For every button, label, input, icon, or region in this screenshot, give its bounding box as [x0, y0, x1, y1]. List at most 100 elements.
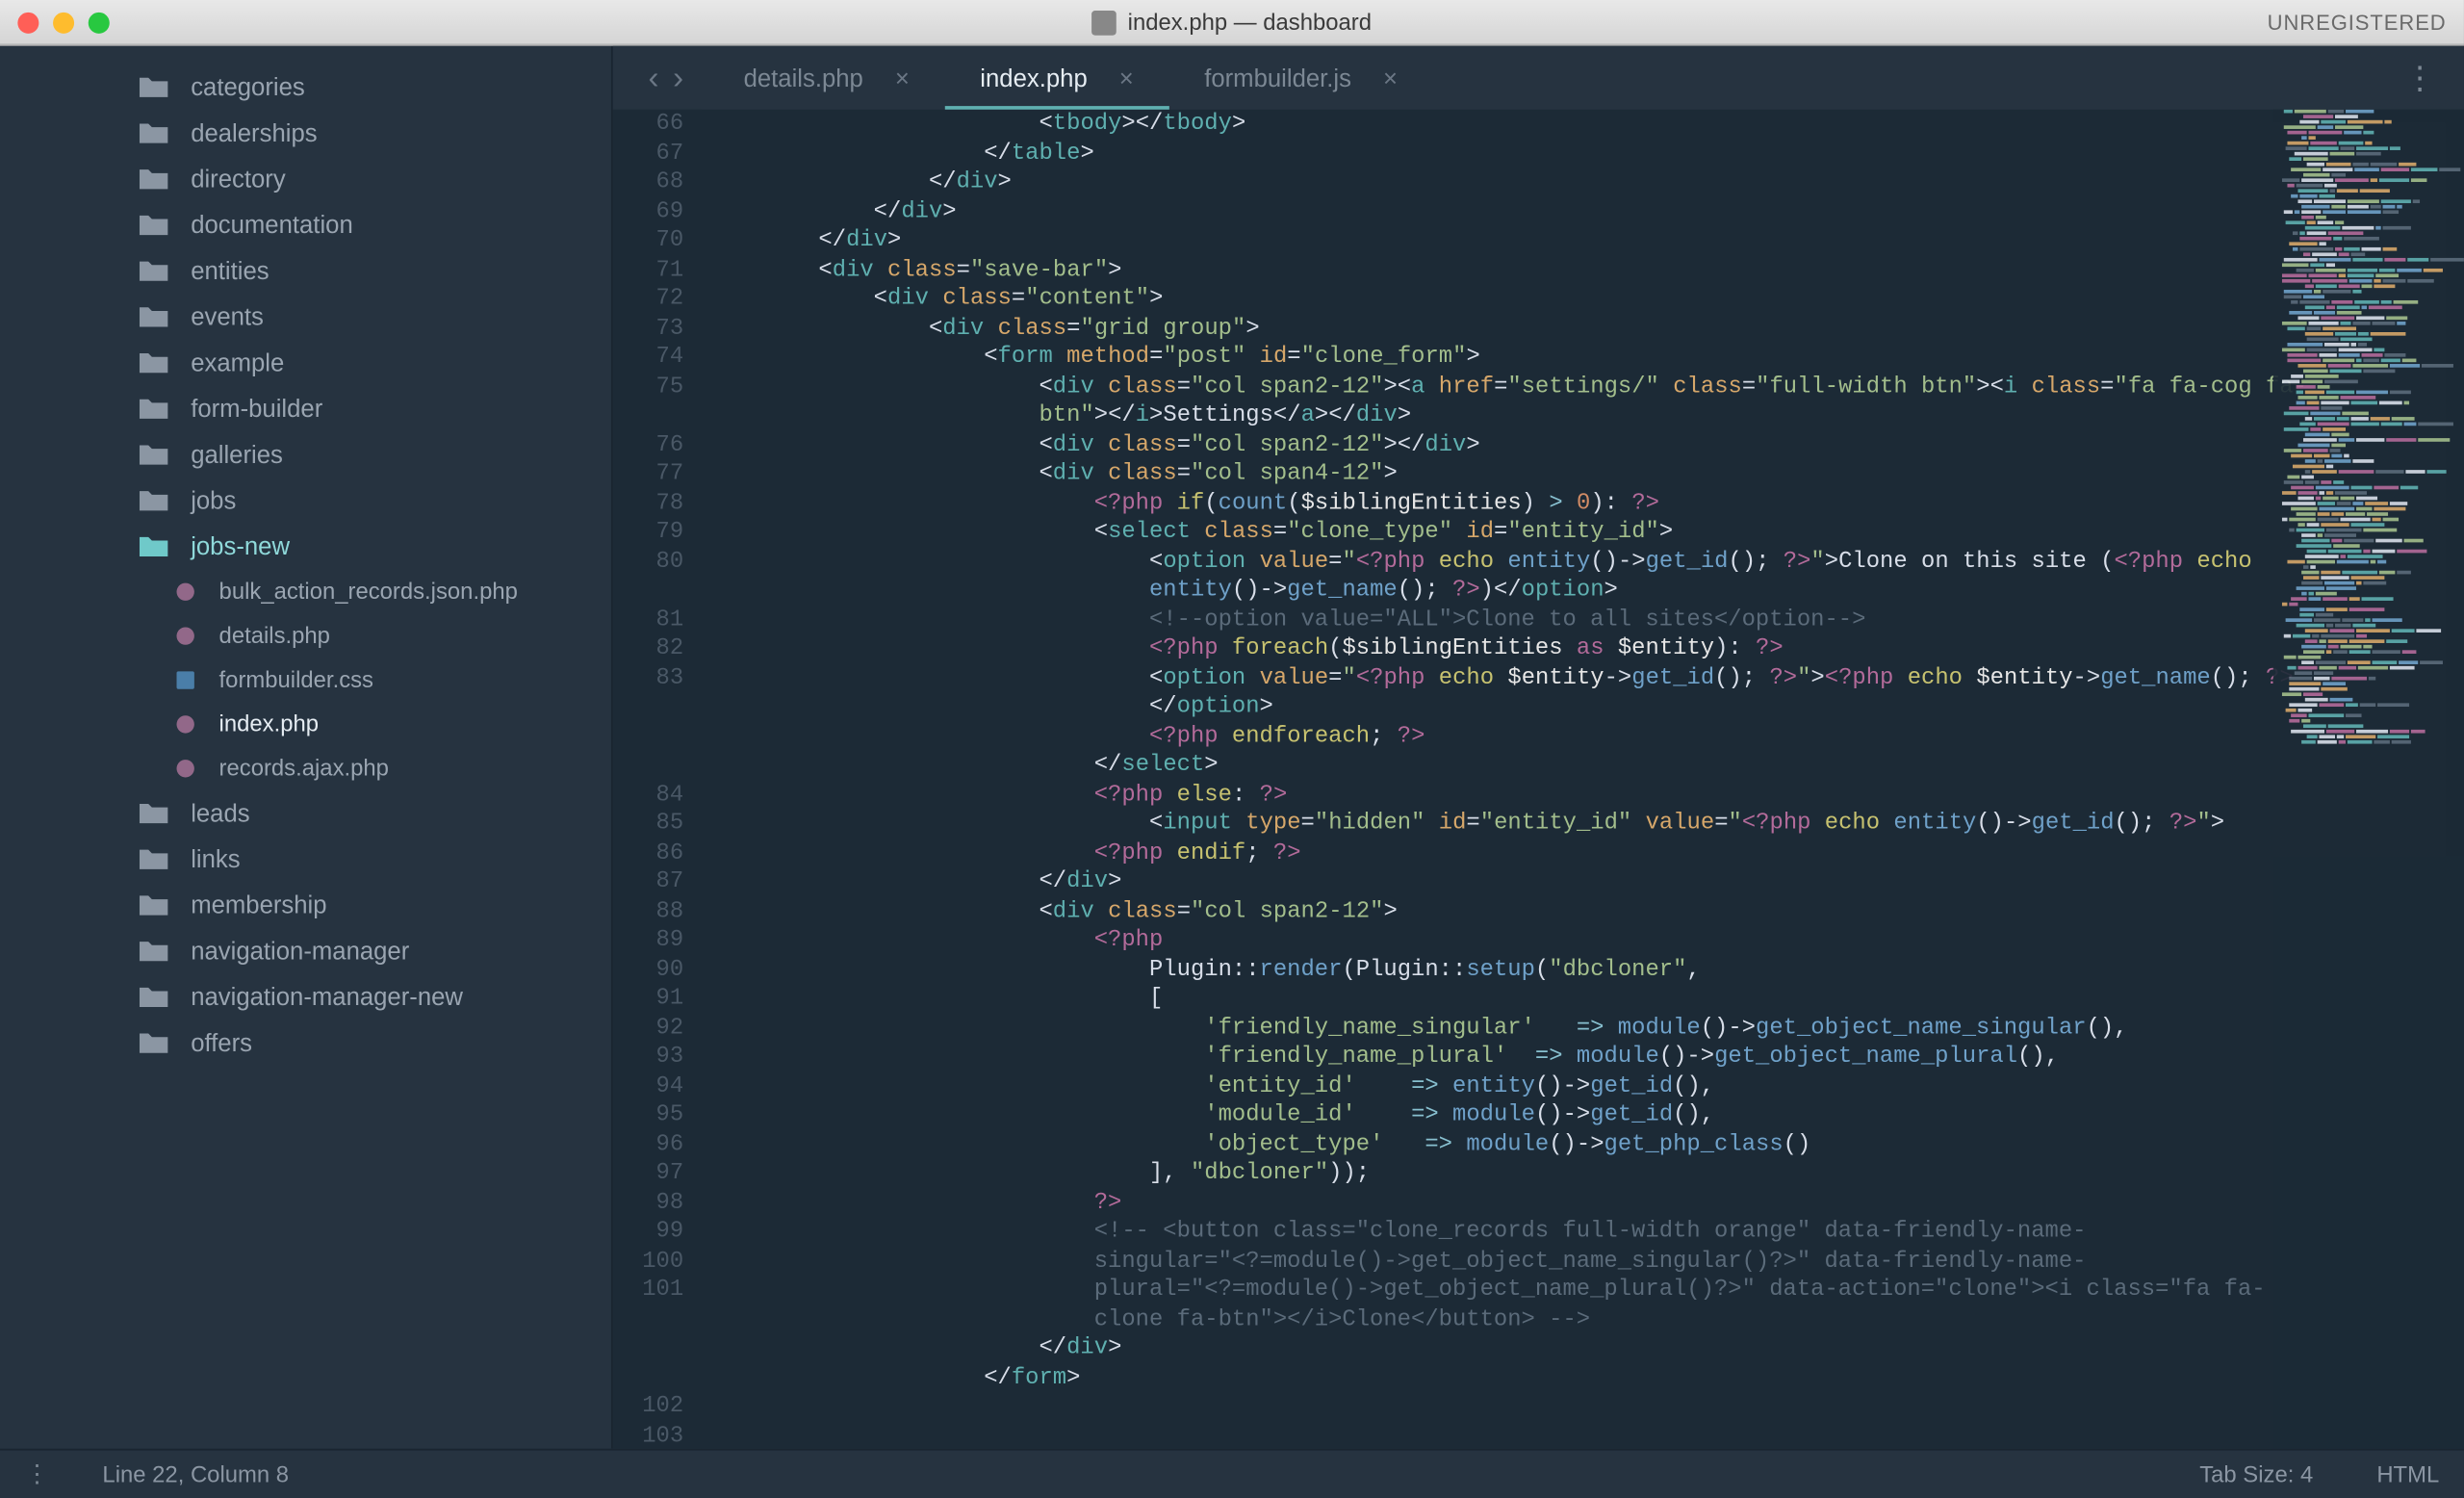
tab-label: index.php	[980, 64, 1087, 91]
sidebar-item-label: entities	[191, 256, 269, 284]
sidebar-item-label: documentation	[191, 210, 353, 238]
sidebar-item-label: dealerships	[191, 118, 317, 146]
traffic-lights	[17, 12, 109, 33]
tab-close-icon[interactable]: ×	[895, 64, 910, 91]
sidebar-item-categories[interactable]: categories	[0, 64, 611, 110]
sidebar-item-directory[interactable]: directory	[0, 155, 611, 201]
nav-back-icon[interactable]: ‹	[648, 59, 658, 96]
sidebar-item-label: bulk_action_records.json.php	[219, 578, 518, 605]
tab-formbuilder.js[interactable]: formbuilder.js ×	[1168, 46, 1432, 110]
sidebar-item-label: index.php	[219, 710, 319, 737]
folder-icon	[138, 443, 169, 466]
php-file-icon	[173, 756, 198, 781]
php-file-icon	[173, 623, 198, 648]
tab-label: details.php	[744, 64, 863, 91]
sidebar-item-documentation[interactable]: documentation	[0, 201, 611, 247]
folder-icon	[138, 488, 169, 511]
sidebar-file-bulk_action_records.json.php[interactable]: bulk_action_records.json.php	[0, 569, 611, 613]
folder-icon	[138, 75, 169, 98]
tab-close-icon[interactable]: ×	[1383, 64, 1398, 91]
window-title: index.php — dashboard	[1092, 9, 1372, 36]
folder-icon	[138, 893, 169, 917]
sidebar-item-label: jobs-new	[191, 531, 290, 559]
unregistered-badge: UNREGISTERED	[2268, 10, 2447, 35]
php-file-icon	[173, 579, 198, 604]
tab-size[interactable]: Tab Size: 4	[2199, 1461, 2313, 1488]
folder-icon	[138, 801, 169, 824]
sidebar-item-label: example	[191, 349, 284, 376]
sidebar-item-label: offers	[191, 1028, 252, 1056]
php-file-icon	[173, 711, 198, 736]
minimap[interactable]	[2273, 110, 2464, 1449]
folder-icon	[138, 939, 169, 962]
sidebar-item-label: galleries	[191, 440, 283, 468]
tab-label: formbuilder.js	[1204, 64, 1351, 91]
tab-index.php[interactable]: index.php ×	[945, 46, 1169, 110]
minimize-window-button[interactable]	[53, 12, 74, 33]
sidebar-item-events[interactable]: events	[0, 294, 611, 340]
sidebar-item-entities[interactable]: entities	[0, 247, 611, 294]
sidebar-item-label: events	[191, 302, 264, 330]
editor-window: index.php — dashboard UNREGISTERED categ…	[0, 0, 2464, 1498]
folder-icon	[138, 985, 169, 1008]
sidebar-item-jobs[interactable]: jobs	[0, 477, 611, 523]
sidebar-item-dealerships[interactable]: dealerships	[0, 110, 611, 156]
sidebar-item-label: form-builder	[191, 394, 322, 422]
sidebar-item-label: links	[191, 844, 240, 872]
tab-close-icon[interactable]: ×	[1119, 64, 1134, 91]
folder-icon	[138, 350, 169, 374]
nav-forward-icon[interactable]: ›	[673, 59, 683, 96]
gutter: 6667686970717273747576777879808182838485…	[613, 110, 702, 1449]
folder-icon	[138, 167, 169, 190]
sidebar-item-label: records.ajax.php	[219, 755, 389, 782]
sidebar-item-offers[interactable]: offers	[0, 1020, 611, 1066]
title-text: index.php — dashboard	[1128, 9, 1372, 36]
sidebar-item-label: formbuilder.css	[219, 666, 373, 693]
code-region[interactable]: 6667686970717273747576777879808182838485…	[613, 110, 2464, 1449]
folder-icon	[138, 259, 169, 282]
sidebar-item-example[interactable]: example	[0, 339, 611, 385]
sidebar-file-records.ajax.php[interactable]: records.ajax.php	[0, 745, 611, 789]
sidebar-item-label: categories	[191, 72, 305, 100]
status-menu-icon[interactable]: ⋮	[25, 1459, 50, 1489]
editor-area: ‹ › details.php×index.php×formbuilder.js…	[613, 46, 2464, 1449]
sidebar-file-details.php[interactable]: details.php	[0, 613, 611, 658]
tabs-row: ‹ › details.php×index.php×formbuilder.js…	[613, 46, 2464, 110]
titlebar[interactable]: index.php — dashboard UNREGISTERED	[0, 0, 2464, 46]
sidebar-item-leads[interactable]: leads	[0, 789, 611, 836]
maximize-window-button[interactable]	[89, 12, 110, 33]
status-bar: ⋮ Line 22, Column 8 Tab Size: 4 HTML	[0, 1449, 2464, 1498]
sidebar-item-membership[interactable]: membership	[0, 882, 611, 928]
cursor-position[interactable]: Line 22, Column 8	[102, 1461, 289, 1488]
code-content[interactable]: <tbody></tbody> </table> </div> </div> <…	[702, 110, 2464, 1449]
sidebar-item-links[interactable]: links	[0, 836, 611, 882]
sidebar-item-jobs-new[interactable]: jobs-new	[0, 523, 611, 569]
folder-icon	[138, 1031, 169, 1054]
sidebar-item-label: jobs	[191, 486, 236, 514]
nav-arrows: ‹ ›	[624, 59, 708, 96]
sidebar-file-formbuilder.css[interactable]: formbuilder.css	[0, 658, 611, 702]
folder-icon	[138, 397, 169, 420]
sidebar-item-label: directory	[191, 165, 286, 193]
tab-details.php[interactable]: details.php ×	[708, 46, 945, 110]
folder-icon	[138, 847, 169, 870]
document-icon	[1092, 10, 1117, 35]
sidebar-item-label: membership	[191, 891, 326, 918]
sidebar-item-label: details.php	[219, 622, 330, 649]
sidebar-item-galleries[interactable]: galleries	[0, 431, 611, 478]
folder-icon	[138, 121, 169, 144]
sidebar-item-form-builder[interactable]: form-builder	[0, 385, 611, 431]
sidebar[interactable]: categories dealerships directory documentat…	[0, 46, 613, 1449]
sidebar-item-label: navigation-manager	[191, 937, 409, 965]
sidebar-file-index.php[interactable]: index.php	[0, 702, 611, 746]
sidebar-item-navigation-manager[interactable]: navigation-manager	[0, 927, 611, 973]
syntax-mode[interactable]: HTML	[2376, 1461, 2439, 1488]
css-file-icon	[173, 667, 198, 692]
folder-icon	[138, 534, 169, 557]
main-area: categories dealerships directory documentat…	[0, 46, 2464, 1449]
sidebar-item-label: leads	[191, 798, 249, 826]
sidebar-item-navigation-manager-new[interactable]: navigation-manager-new	[0, 973, 611, 1020]
folder-icon	[138, 213, 169, 236]
close-window-button[interactable]	[17, 12, 38, 33]
tab-overflow-icon[interactable]: ⋮	[2375, 59, 2464, 96]
